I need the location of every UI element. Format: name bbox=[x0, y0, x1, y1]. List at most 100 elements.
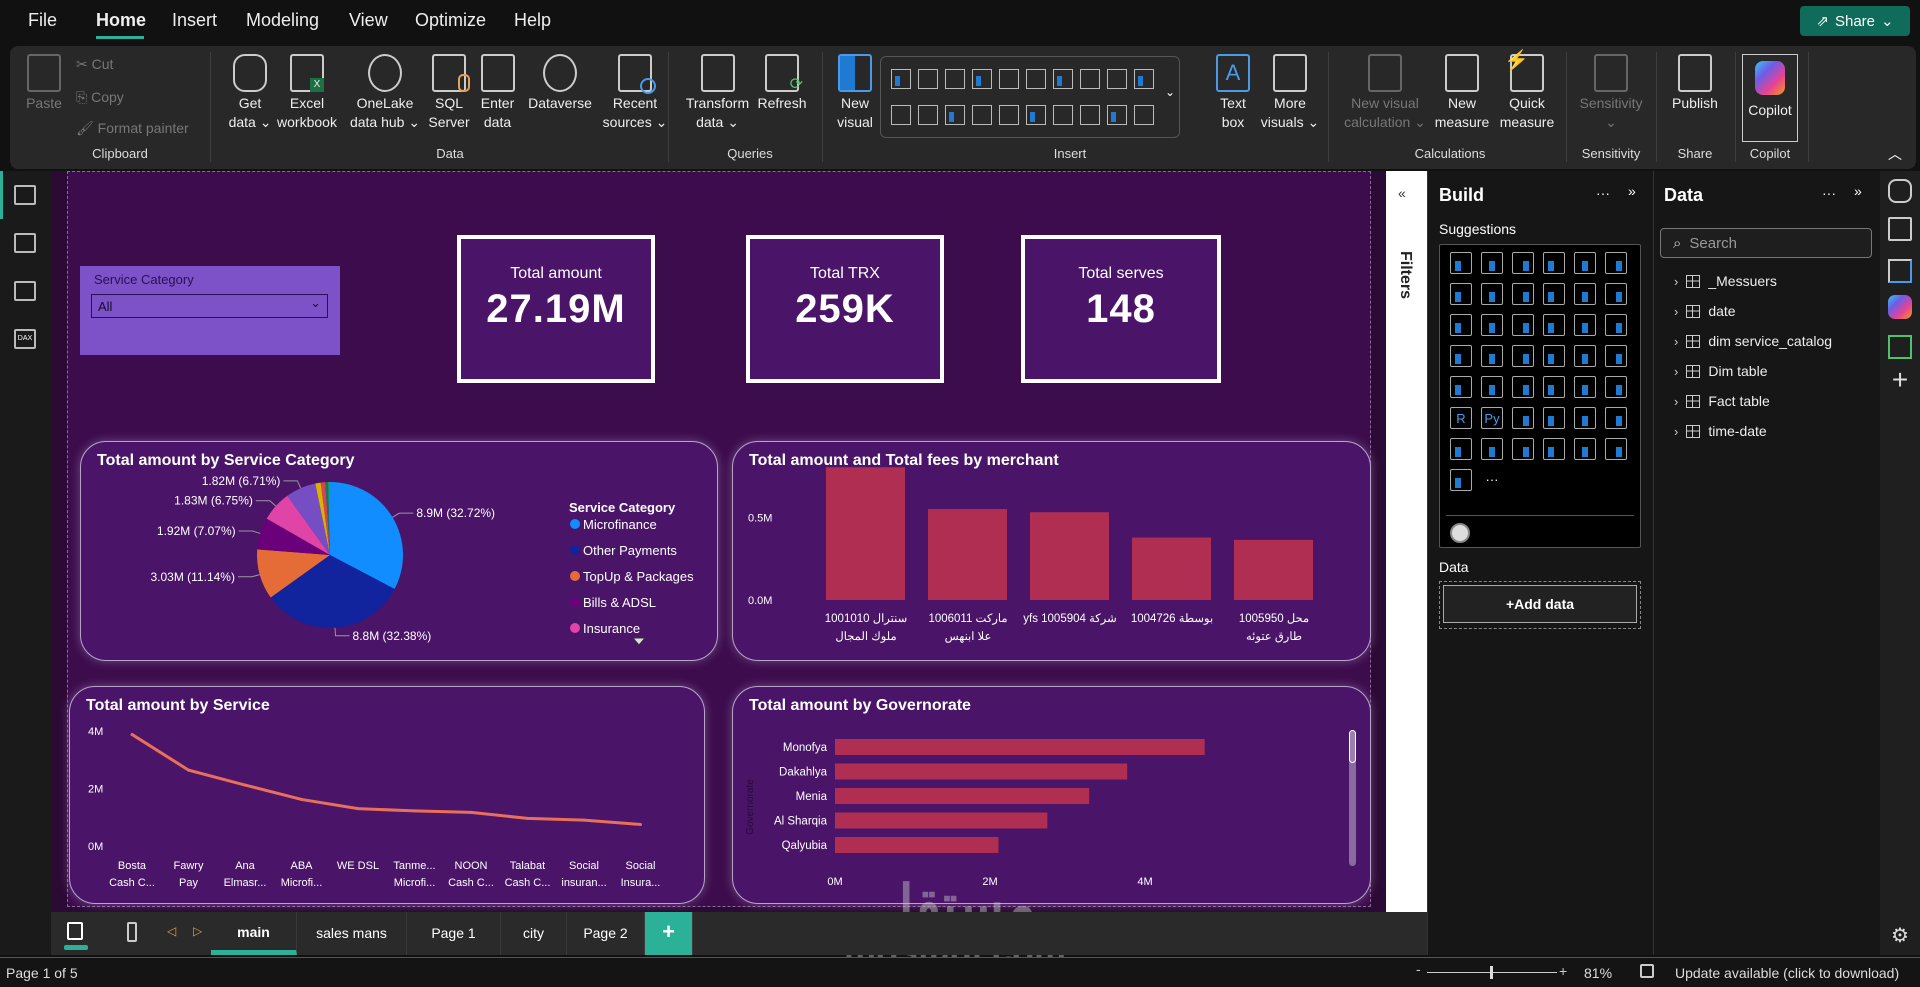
format-pane-icon[interactable] bbox=[1888, 259, 1912, 283]
custom-visual-icon[interactable] bbox=[1450, 523, 1470, 543]
expand-filters-icon[interactable]: « bbox=[1398, 185, 1406, 201]
share-button[interactable]: ⇗ Share ⌄ bbox=[1800, 6, 1910, 36]
line-clustered-icon[interactable] bbox=[1605, 283, 1627, 305]
get-data-button[interactable]: Get data ⌄ bbox=[225, 54, 275, 132]
funnel-icon[interactable] bbox=[1512, 314, 1534, 336]
visual-gallery[interactable]: ⌄ bbox=[880, 56, 1180, 138]
visual-type-icon[interactable] bbox=[972, 69, 992, 89]
trophy-icon[interactable] bbox=[1450, 438, 1472, 460]
scatter-icon[interactable] bbox=[1543, 314, 1565, 336]
scrollbar-thumb[interactable] bbox=[1349, 730, 1356, 763]
add-data-button[interactable]: +Add data bbox=[1443, 585, 1637, 623]
visual-type-icon[interactable] bbox=[1134, 69, 1154, 89]
more-options-icon[interactable]: ··· bbox=[1596, 185, 1610, 201]
chevron-right-icon[interactable]: › bbox=[1674, 274, 1678, 289]
sql-server-button[interactable]: SQL Server bbox=[424, 54, 474, 132]
dataverse-button[interactable]: Dataverse bbox=[520, 54, 600, 113]
100-bar-icon[interactable] bbox=[1574, 252, 1596, 274]
line-column-icon[interactable] bbox=[1574, 283, 1596, 305]
100-area-icon[interactable] bbox=[1543, 283, 1565, 305]
zoom-in-button[interactable]: + bbox=[1559, 963, 1567, 979]
chevron-right-icon[interactable]: › bbox=[1674, 394, 1678, 409]
menu-home[interactable]: Home bbox=[96, 10, 146, 31]
slicer-icon[interactable] bbox=[1543, 376, 1565, 398]
decomposition-tree-icon[interactable] bbox=[1543, 407, 1565, 429]
card-icon[interactable] bbox=[1450, 376, 1472, 398]
table-fact-table[interactable]: › Fact table bbox=[1674, 393, 1770, 409]
menu-view[interactable]: View bbox=[349, 10, 388, 31]
zoom-slider[interactable] bbox=[1427, 966, 1557, 979]
table--messuers[interactable]: › _Messuers bbox=[1674, 273, 1777, 289]
merchant-bar-visual[interactable]: Total amount and Total fees by merchant … bbox=[732, 441, 1371, 661]
multi-row-card-icon[interactable] bbox=[1481, 376, 1503, 398]
waterfall-icon[interactable] bbox=[1481, 314, 1503, 336]
filled-map-icon[interactable] bbox=[1512, 345, 1534, 367]
chevron-right-icon[interactable]: › bbox=[1674, 424, 1678, 439]
stacked-bar-icon[interactable] bbox=[1450, 252, 1472, 274]
pie-icon[interactable] bbox=[1574, 314, 1596, 336]
area-icon[interactable] bbox=[1481, 283, 1503, 305]
Py-icon[interactable]: Py bbox=[1481, 407, 1503, 429]
menu-modeling[interactable]: Modeling bbox=[246, 10, 319, 31]
chevron-right-icon[interactable]: › bbox=[1674, 334, 1678, 349]
model-view-icon[interactable] bbox=[14, 281, 36, 301]
menu-optimize[interactable]: Optimize bbox=[415, 10, 486, 31]
matrix-icon[interactable] bbox=[1605, 376, 1627, 398]
table-time-date[interactable]: › time-date bbox=[1674, 423, 1767, 439]
service-line-visual[interactable]: Total amount by Service 0M 2M 4M Bosta Cash … bbox=[69, 686, 705, 904]
visual-type-icon[interactable] bbox=[1107, 105, 1127, 125]
clustered-column-icon[interactable] bbox=[1543, 252, 1565, 274]
more-icon[interactable]: ··· bbox=[1481, 469, 1503, 491]
previous-page-icon[interactable]: ◁ bbox=[167, 924, 176, 938]
table-view-icon[interactable] bbox=[14, 233, 36, 253]
donut-icon[interactable] bbox=[1605, 314, 1627, 336]
search-input[interactable]: ⌕ Search bbox=[1660, 228, 1872, 258]
add-page-button[interactable]: + bbox=[645, 912, 693, 955]
copilot-button[interactable]: Copilot bbox=[1742, 54, 1798, 142]
visual-type-icon[interactable] bbox=[999, 105, 1019, 125]
page-tab-page-1[interactable]: Page 1 bbox=[407, 912, 501, 955]
scrollbar[interactable] bbox=[1349, 730, 1356, 866]
R-icon[interactable]: R bbox=[1450, 407, 1472, 429]
new-visual-button[interactable]: New visual bbox=[830, 54, 880, 132]
onelake-button[interactable]: OneLake data hub ⌄ bbox=[345, 54, 425, 132]
page-tab-sales-mans[interactable]: sales mans bbox=[297, 912, 407, 955]
kpi-icon[interactable] bbox=[1512, 376, 1534, 398]
map-icon[interactable] bbox=[1481, 345, 1503, 367]
visual-type-icon[interactable] bbox=[972, 105, 992, 125]
visual-type-icon[interactable] bbox=[1026, 69, 1046, 89]
power-automate-diamond-icon[interactable] bbox=[1605, 438, 1627, 460]
visual-type-icon[interactable] bbox=[1026, 105, 1046, 125]
fit-to-page-icon[interactable] bbox=[1640, 964, 1654, 978]
stacked-area-icon[interactable] bbox=[1512, 283, 1534, 305]
table-icon[interactable] bbox=[1574, 376, 1596, 398]
zoom-out-button[interactable]: - bbox=[1416, 961, 1421, 977]
format-painter-button[interactable]: 🖌 Format painter bbox=[76, 120, 189, 137]
azure-map-icon[interactable] bbox=[1574, 345, 1596, 367]
power-automate-icon[interactable] bbox=[1450, 469, 1472, 491]
more-options-icon[interactable]: ··· bbox=[1822, 185, 1836, 201]
menu-insert[interactable]: Insert bbox=[172, 10, 217, 31]
enter-data-button[interactable]: Enter data bbox=[475, 54, 520, 132]
mobile-layout-icon[interactable] bbox=[127, 922, 137, 942]
governorate-bar-visual[interactable]: Total amount by Governorate Governorate M… bbox=[732, 686, 1371, 904]
service-category-slicer[interactable]: Service Category All ⌄ bbox=[80, 266, 340, 355]
cut-button[interactable]: ✂ Cut bbox=[76, 56, 113, 73]
new-visual-calculation-button[interactable]: New visual calculation ⌄ bbox=[1340, 54, 1430, 132]
chevron-right-icon[interactable]: › bbox=[1674, 364, 1678, 379]
collapse-pane-icon[interactable]: » bbox=[1628, 183, 1636, 199]
page-tab-city[interactable]: city bbox=[501, 912, 567, 955]
more-visuals-button[interactable]: More visuals ⌄ bbox=[1260, 54, 1320, 132]
visual-type-icon[interactable] bbox=[918, 105, 938, 125]
quick-measure-button[interactable]: ⚡ Quick measure bbox=[1494, 51, 1560, 132]
table-dim-table[interactable]: › Dim table bbox=[1674, 363, 1767, 379]
sensitivity-button[interactable]: Sensitivity ⌄ bbox=[1576, 54, 1646, 132]
add-pane-icon[interactable]: + bbox=[1888, 366, 1912, 394]
sync-slicers-icon[interactable] bbox=[1888, 335, 1912, 359]
key-influencers-icon[interactable] bbox=[1512, 407, 1534, 429]
excel-workbook-button[interactable]: X Excel workbook bbox=[272, 54, 342, 132]
table-dim-service-catalog[interactable]: › dim service_catalog bbox=[1674, 333, 1832, 349]
stacked-column-icon[interactable] bbox=[1481, 252, 1503, 274]
visual-type-icon[interactable] bbox=[999, 69, 1019, 89]
recent-sources-button[interactable]: Recent sources ⌄ bbox=[600, 54, 670, 132]
